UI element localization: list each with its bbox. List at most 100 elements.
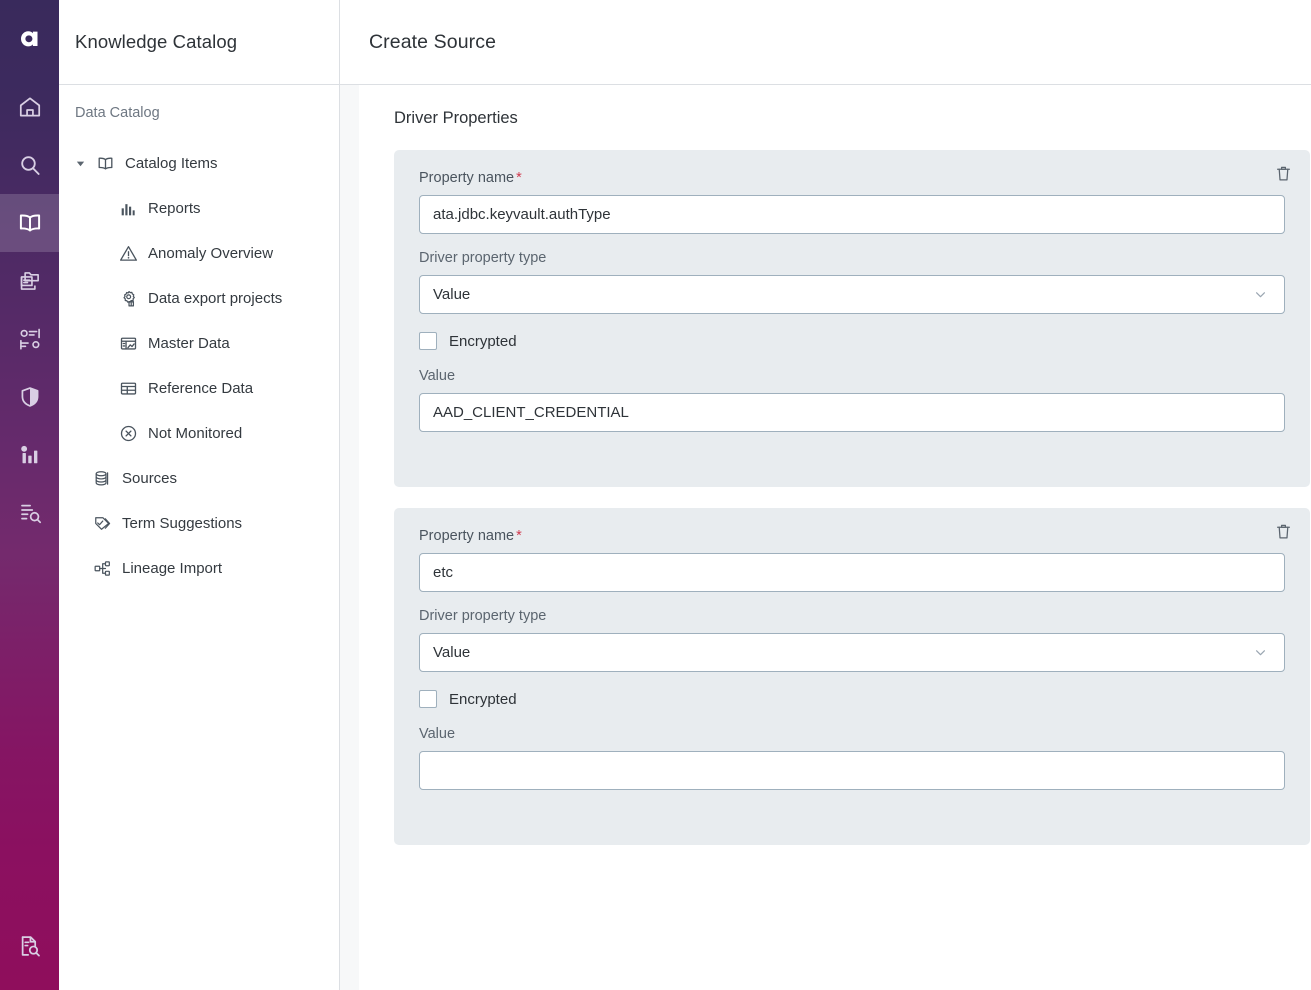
search-icon: [17, 152, 43, 178]
sidebar-item-label: Term Suggestions: [122, 515, 242, 532]
driver-property-type-label: Driver property type: [419, 608, 1285, 624]
shield-icon: [17, 384, 43, 410]
app-root: Knowledge Catalog Data Catalog C: [0, 0, 1311, 990]
property-name-field: Property name* ata.jdbc.keyvault.authTyp…: [419, 170, 1285, 234]
driver-property-type-value: Value: [433, 644, 470, 661]
sidebar-item-reference-data[interactable]: Reference Data: [59, 366, 339, 411]
document-search-icon: [17, 500, 43, 526]
warning-triangle-icon: [115, 243, 141, 264]
sidebar-item-label: Anomaly Overview: [148, 245, 273, 262]
encrypted-label: Encrypted: [449, 333, 517, 350]
sidebar-item-label: Reference Data: [148, 380, 253, 397]
value-input[interactable]: [419, 751, 1285, 790]
sidebar-item-reports[interactable]: Reports: [59, 186, 339, 231]
sidebar-item-data-export-projects[interactable]: Data export projects: [59, 276, 339, 321]
database-icon: [89, 468, 115, 489]
required-mark: *: [514, 528, 522, 544]
encrypted-row[interactable]: Encrypted: [419, 690, 1285, 708]
card-bottom-spacer: [419, 806, 1285, 819]
table-icon: [115, 378, 141, 399]
main-header: Create Source: [340, 0, 1311, 85]
driver-property-type-field: Driver property type Value: [419, 250, 1285, 314]
card-bottom-spacer: [419, 448, 1285, 461]
delete-property-button[interactable]: [1270, 163, 1296, 189]
tag-check-icon: [89, 513, 115, 534]
sidebar-item-label: Reports: [148, 200, 201, 217]
book-icon: [16, 209, 44, 237]
sidebar-item-label: Data export projects: [148, 290, 282, 307]
value-input[interactable]: AAD_CLIENT_CREDENTIAL: [419, 393, 1285, 432]
encrypted-checkbox[interactable]: [419, 690, 437, 708]
data-model-icon: [17, 326, 43, 352]
navigation-tree: Catalog Items Reports: [59, 141, 339, 591]
master-data-icon: [115, 333, 141, 354]
rail-item-document-magnifier[interactable]: [0, 919, 59, 977]
value-field: Value: [419, 726, 1285, 790]
property-name-field: Property name* etc: [419, 528, 1285, 592]
chevron-down-icon: [1252, 644, 1269, 661]
driver-property-type-label: Driver property type: [419, 250, 1285, 266]
main-scroll-area[interactable]: Driver Properties Property: [340, 85, 1311, 990]
encrypted-row[interactable]: Encrypted: [419, 332, 1285, 350]
property-name-input[interactable]: etc: [419, 553, 1285, 592]
driver-property-type-value: Value: [433, 286, 470, 303]
app-rail: [0, 0, 59, 990]
navigation-title: Knowledge Catalog: [75, 31, 237, 53]
content-gutter: [340, 85, 359, 990]
export-gear-icon: [115, 288, 141, 309]
navigation-body: Data Catalog Catalog Items: [59, 85, 339, 591]
rail-item-security[interactable]: [0, 368, 59, 426]
rail-item-home[interactable]: [0, 78, 59, 136]
rail-item-document-search[interactable]: [0, 484, 59, 542]
driver-property-type-field: Driver property type Value: [419, 608, 1285, 672]
value-label: Value: [419, 726, 1285, 742]
trash-icon: [1274, 522, 1293, 546]
chevron-down-icon: [1252, 286, 1269, 303]
nav-section-label: Data Catalog: [59, 105, 339, 121]
property-name-input[interactable]: ata.jdbc.keyvault.authType: [419, 195, 1285, 234]
sidebar-item-label: Catalog Items: [125, 155, 218, 172]
trash-icon: [1274, 164, 1293, 188]
folders-icon: [17, 268, 43, 294]
sidebar-item-label: Sources: [122, 470, 177, 487]
value-field: Value AAD_CLIENT_CREDENTIAL: [419, 368, 1285, 432]
property-name-label: Property name*: [419, 528, 1285, 544]
circle-x-icon: [115, 423, 141, 444]
delete-property-button[interactable]: [1270, 521, 1296, 547]
sidebar-item-label: Not Monitored: [148, 425, 242, 442]
rail-item-list: [0, 78, 59, 542]
sidebar-item-label: Master Data: [148, 335, 230, 352]
sidebar-item-lineage-import[interactable]: Lineage Import: [59, 546, 339, 591]
driver-property-type-select[interactable]: Value: [419, 633, 1285, 672]
lineage-icon: [89, 558, 115, 579]
sidebar-item-catalog-items[interactable]: Catalog Items: [59, 141, 339, 186]
rail-item-knowledge-catalog[interactable]: [0, 194, 59, 252]
sidebar-item-not-monitored[interactable]: Not Monitored: [59, 411, 339, 456]
page-title: Create Source: [369, 31, 496, 54]
bar-chart-small-icon: [115, 199, 141, 219]
driver-property-card: Property name* ata.jdbc.keyvault.authTyp…: [394, 150, 1310, 487]
sidebar-item-sources[interactable]: Sources: [59, 456, 339, 501]
required-mark: *: [514, 170, 522, 186]
driver-property-card: Property name* etc Driver property type …: [394, 508, 1310, 845]
sidebar-item-label: Lineage Import: [122, 560, 222, 577]
encrypted-label: Encrypted: [449, 691, 517, 708]
sidebar-item-master-data[interactable]: Master Data: [59, 321, 339, 366]
driver-property-type-select[interactable]: Value: [419, 275, 1285, 314]
bar-chart-icon: [17, 442, 43, 468]
sidebar-item-term-suggestions[interactable]: Term Suggestions: [59, 501, 339, 546]
navigation-panel: Knowledge Catalog Data Catalog C: [59, 0, 340, 990]
navigation-header: Knowledge Catalog: [59, 0, 339, 85]
home-icon: [17, 94, 43, 120]
encrypted-checkbox[interactable]: [419, 332, 437, 350]
app-logo[interactable]: [0, 0, 59, 78]
value-label: Value: [419, 368, 1285, 384]
rail-item-analytics[interactable]: [0, 426, 59, 484]
form-content: Driver Properties Property: [359, 85, 1311, 990]
rail-item-search[interactable]: [0, 136, 59, 194]
sidebar-item-anomaly-overview[interactable]: Anomaly Overview: [59, 231, 339, 276]
rail-item-projects[interactable]: [0, 252, 59, 310]
book-open-icon: [92, 153, 118, 174]
rail-item-data-model[interactable]: [0, 310, 59, 368]
caret-down-icon[interactable]: [75, 158, 92, 169]
